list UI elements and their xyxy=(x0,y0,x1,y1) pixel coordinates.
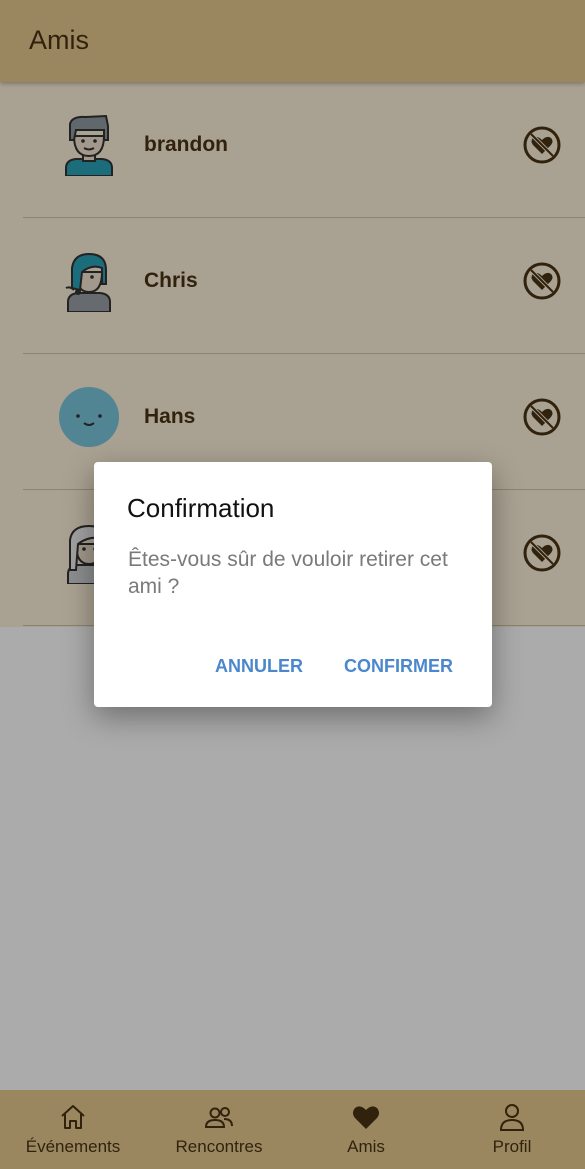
confirmation-dialog: Confirmation Êtes-vous sûr de vouloir re… xyxy=(94,462,492,707)
dialog-message: Êtes-vous sûr de vouloir retirer cet ami… xyxy=(128,548,448,598)
dialog-title: Confirmation xyxy=(127,493,275,523)
confirm-button[interactable]: CONFIRMER xyxy=(344,656,453,677)
cancel-button[interactable]: ANNULER xyxy=(215,656,303,677)
